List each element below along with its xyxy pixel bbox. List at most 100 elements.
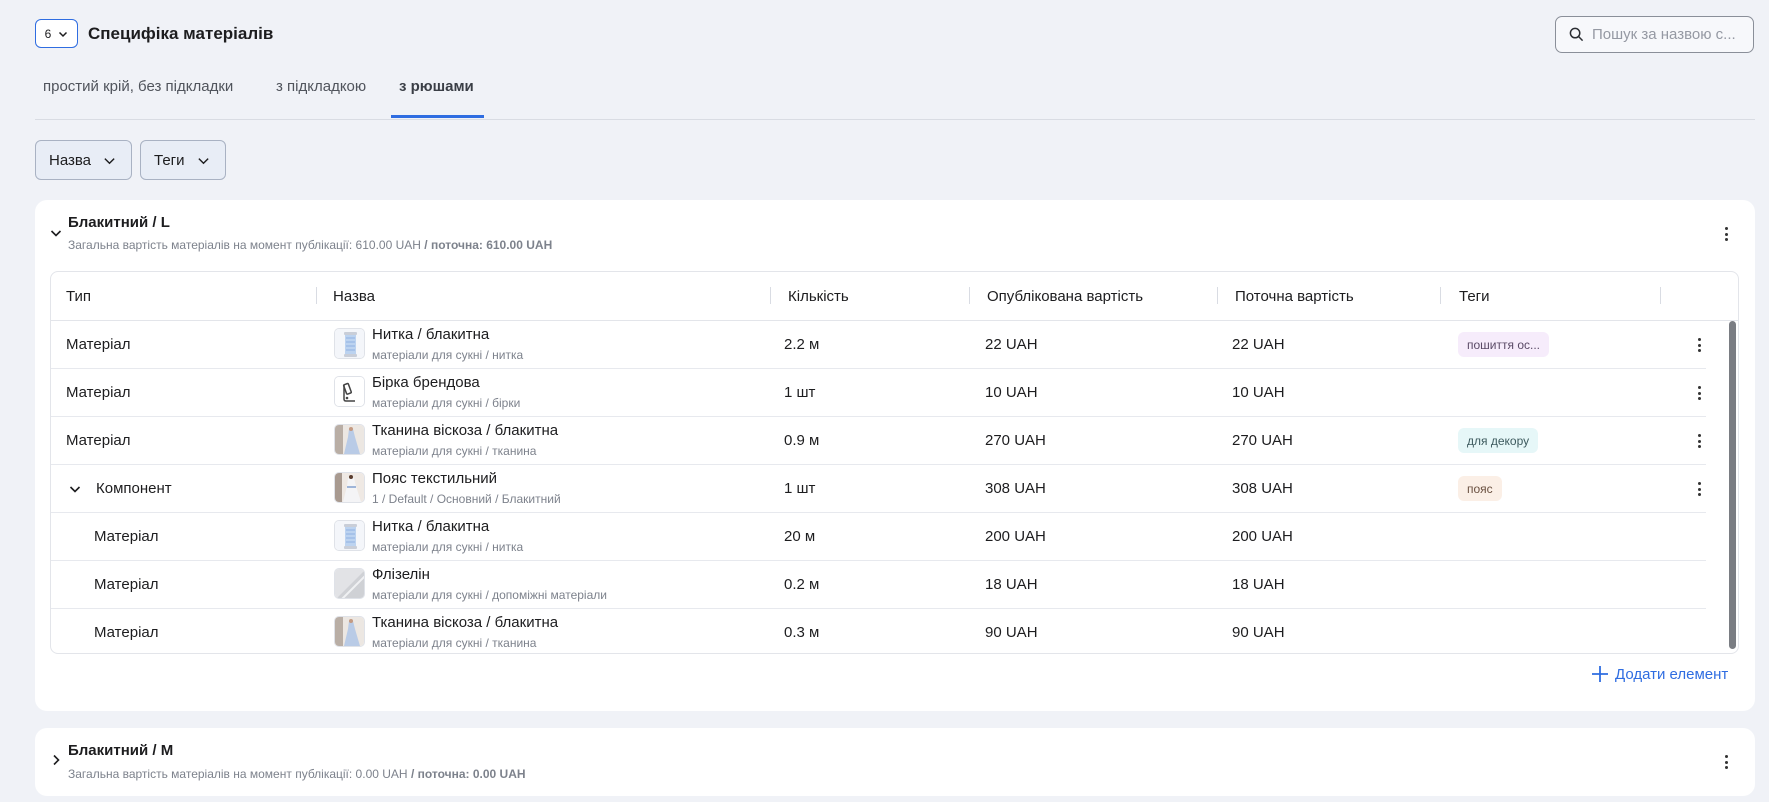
column-divider[interactable] xyxy=(969,287,970,304)
table-row[interactable]: Матеріал Нитка / блакитна матеріали для су… xyxy=(51,321,1706,369)
table-row[interactable]: Матеріал Нитка / блакитна матеріали для су… xyxy=(51,513,1706,561)
scrollbar-thumb[interactable] xyxy=(1729,321,1736,649)
cell-published-cost: 90 UAH xyxy=(985,624,1038,641)
tag-badge[interactable]: для декору xyxy=(1458,428,1539,453)
item-name[interactable]: Нитка / блакитна xyxy=(372,326,489,343)
count-select-value: 6 xyxy=(44,26,52,41)
cell-type: Матеріал xyxy=(66,384,131,401)
published-cost-text: Загальна вартість матеріалів на момент п… xyxy=(68,767,408,781)
cell-quantity: 0.9 м xyxy=(784,432,820,449)
count-select[interactable]: 6 xyxy=(35,19,78,48)
filter-tags-button[interactable]: Теги xyxy=(140,140,226,180)
cell-current-cost: 18 UAH xyxy=(1232,576,1285,593)
item-thumbnail xyxy=(334,424,365,455)
chevron-down-icon xyxy=(197,157,209,164)
card-cost-summary: Загальна вартість матеріалів на момент п… xyxy=(68,767,526,781)
column-header-type: Тип xyxy=(66,288,92,305)
card-menu-icon[interactable] xyxy=(1719,225,1733,243)
tag-badge[interactable]: пошиття ос... xyxy=(1458,332,1550,357)
cell-type: Матеріал xyxy=(94,624,159,641)
table-row[interactable]: Матеріал Тканина віскоза / блакитна матері… xyxy=(51,609,1706,653)
cell-published-cost: 18 UAH xyxy=(985,576,1038,593)
cell-type: Компонент xyxy=(96,480,172,497)
chevron-down-icon[interactable] xyxy=(68,482,82,496)
cell-quantity: 0.2 м xyxy=(784,576,820,593)
column-header-current-cost: Поточна вартість xyxy=(1235,288,1354,305)
row-menu-icon[interactable] xyxy=(1692,432,1706,450)
item-thumbnail xyxy=(334,568,365,599)
table-row[interactable]: Матеріал Бірка брендова матеріали для сукн… xyxy=(51,369,1706,417)
cell-published-cost: 270 UAH xyxy=(985,432,1046,449)
component-row[interactable]: Компонент Пояс текстильний 1 / Default / О… xyxy=(51,465,1706,513)
cell-current-cost: 308 UAH xyxy=(1232,480,1293,497)
item-name[interactable]: Флізелін xyxy=(372,566,430,583)
column-header-name: Назва xyxy=(333,288,376,305)
cell-published-cost: 200 UAH xyxy=(985,528,1046,545)
table-row[interactable]: Матеріал Тканина віскоза / блакитна матері… xyxy=(51,417,1706,465)
cell-type: Матеріал xyxy=(66,432,131,449)
materials-table: Тип Назва Кількість Опублікована вартіст… xyxy=(50,271,1739,654)
variant-card-blue-l: Блакитний / L Загальна вартість матеріал… xyxy=(35,200,1755,711)
column-divider[interactable] xyxy=(1440,287,1441,304)
tab-simple-cut[interactable]: простий крій, без підкладки xyxy=(43,78,233,120)
item-name[interactable]: Нитка / блакитна xyxy=(372,518,489,535)
variant-tabs: простий крій, без підкладки з підкладкою… xyxy=(35,60,1755,120)
column-divider[interactable] xyxy=(770,287,771,304)
cell-type: Матеріал xyxy=(94,576,159,593)
variant-card-blue-m: Блакитний / M Загальна вартість матеріал… xyxy=(35,728,1755,796)
column-divider[interactable] xyxy=(316,287,317,304)
chevron-right-icon[interactable] xyxy=(49,753,63,767)
cell-quantity: 2.2 м xyxy=(784,336,820,353)
cell-quantity: 1 шт xyxy=(784,384,816,401)
card-menu-icon[interactable] xyxy=(1719,753,1733,771)
cell-current-cost: 90 UAH xyxy=(1232,624,1285,641)
tab-with-ruffles[interactable]: з рюшами xyxy=(399,78,474,120)
cell-type: Матеріал xyxy=(94,528,159,545)
card-title: Блакитний / M xyxy=(68,742,174,759)
filter-name-button[interactable]: Назва xyxy=(35,140,132,180)
item-thumbnail xyxy=(334,328,365,359)
table-row[interactable]: Матеріал Флізелін матеріали для сукні / до… xyxy=(51,561,1706,609)
cell-quantity: 1 шт xyxy=(784,480,816,497)
header-bar: 6 Специфіка матеріалів xyxy=(35,19,273,48)
cell-current-cost: 270 UAH xyxy=(1232,432,1293,449)
table-header: Тип Назва Кількість Опублікована вартіст… xyxy=(51,272,1738,321)
item-category-path: матеріали для сукні / нитка xyxy=(372,348,524,362)
item-thumbnail xyxy=(334,472,365,503)
search-input[interactable] xyxy=(1592,26,1742,43)
row-menu-icon[interactable] xyxy=(1692,336,1706,354)
cell-published-cost: 10 UAH xyxy=(985,384,1038,401)
column-divider[interactable] xyxy=(1660,287,1661,304)
search-icon xyxy=(1569,27,1584,42)
item-name[interactable]: Пояс текстильний xyxy=(372,470,497,487)
item-thumbnail xyxy=(334,520,365,551)
item-category-path: матеріали для сукні / бірки xyxy=(372,396,521,410)
item-category-path: матеріали для сукні / нитка xyxy=(372,540,524,554)
chevron-down-icon xyxy=(59,31,68,37)
tab-with-lining[interactable]: з підкладкою xyxy=(276,78,366,120)
column-divider[interactable] xyxy=(1217,287,1218,304)
tag-badge[interactable]: пояс xyxy=(1458,476,1502,501)
active-tab-indicator xyxy=(391,115,484,118)
cell-current-cost: 10 UAH xyxy=(1232,384,1285,401)
item-thumbnail xyxy=(334,616,365,647)
column-header-tags: Теги xyxy=(1459,288,1490,305)
plus-icon xyxy=(1592,666,1608,682)
cell-published-cost: 308 UAH xyxy=(985,480,1046,497)
chevron-down-icon[interactable] xyxy=(49,226,63,240)
item-name[interactable]: Тканина віскоза / блакитна xyxy=(372,614,558,631)
card-title: Блакитний / L xyxy=(68,214,170,231)
item-name[interactable]: Бірка брендова xyxy=(372,374,480,391)
item-category-path: матеріали для сукні / тканина xyxy=(372,444,537,458)
row-menu-icon[interactable] xyxy=(1692,384,1706,402)
filter-name-label: Назва xyxy=(49,151,92,169)
filter-tags-label: Теги xyxy=(154,151,185,169)
cell-type: Матеріал xyxy=(66,336,131,353)
item-thumbnail xyxy=(334,376,365,407)
row-menu-icon[interactable] xyxy=(1692,480,1706,498)
cell-published-cost: 22 UAH xyxy=(985,336,1038,353)
chevron-down-icon xyxy=(104,157,115,164)
item-name[interactable]: Тканина віскоза / блакитна xyxy=(372,422,558,439)
search-box[interactable] xyxy=(1555,16,1754,53)
add-element-button[interactable]: Додати елемент xyxy=(1591,665,1728,683)
